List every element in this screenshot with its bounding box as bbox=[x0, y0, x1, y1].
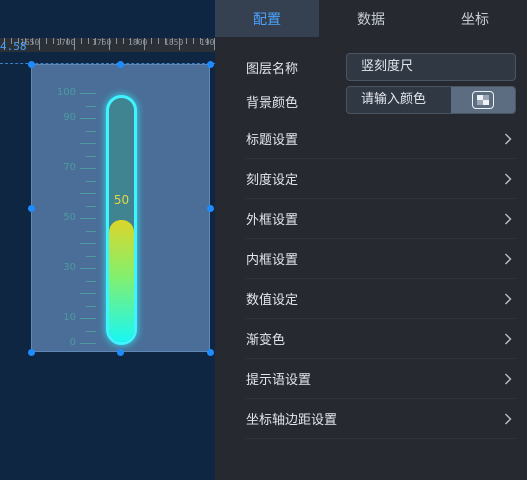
setting-row[interactable]: 内框设置 bbox=[246, 239, 516, 279]
scale-label: 90 bbox=[63, 112, 76, 123]
layer-name-label: 图层名称 bbox=[246, 62, 299, 77]
resize-handle[interactable] bbox=[28, 61, 35, 68]
scale-tick bbox=[80, 318, 96, 319]
ruler-tick bbox=[88, 38, 89, 44]
setting-row[interactable]: 外框设置 bbox=[246, 199, 516, 239]
scale-label: 0 bbox=[69, 337, 76, 348]
setting-row[interactable]: 标题设置 bbox=[246, 119, 516, 159]
resize-handle[interactable] bbox=[207, 349, 214, 356]
scale-tick bbox=[80, 193, 96, 194]
chevron-right-icon bbox=[500, 291, 516, 307]
ruler-tick-label: 1700 bbox=[56, 38, 76, 47]
resize-handle[interactable] bbox=[28, 205, 35, 212]
resize-handle[interactable] bbox=[207, 61, 214, 68]
scale-tick bbox=[80, 118, 96, 119]
ruler-tick-label: 1900 bbox=[200, 38, 215, 47]
chevron-right-icon bbox=[500, 371, 516, 387]
ruler-tick bbox=[151, 38, 152, 44]
thermometer-tube bbox=[106, 95, 137, 345]
resize-handle[interactable] bbox=[117, 349, 124, 356]
chevron-right-icon bbox=[500, 171, 516, 187]
setting-row[interactable]: 渐变色 bbox=[246, 319, 516, 359]
setting-row[interactable]: 坐标轴边距设置 bbox=[246, 399, 516, 439]
scale-tick bbox=[80, 343, 96, 344]
resize-handle[interactable] bbox=[117, 61, 124, 68]
ruler-tick bbox=[193, 38, 194, 44]
scale-tick bbox=[86, 280, 96, 282]
resize-handle[interactable] bbox=[28, 349, 35, 356]
scale-label: 50 bbox=[63, 212, 76, 223]
layer-name-input[interactable]: 竖刻度尺 bbox=[346, 53, 516, 81]
chevron-right-icon bbox=[500, 131, 516, 147]
scale-tick bbox=[86, 255, 96, 257]
scale-tick bbox=[86, 305, 96, 307]
scale-tick bbox=[86, 330, 96, 332]
scale-tick bbox=[86, 230, 96, 232]
scale-tick bbox=[80, 143, 96, 144]
panel-tabs: 配置 数据 坐标 bbox=[215, 0, 527, 37]
tab-config[interactable]: 配置 bbox=[215, 0, 319, 37]
scale-tick bbox=[80, 243, 96, 244]
scale-tick bbox=[80, 293, 96, 294]
scale-label: 30 bbox=[63, 262, 76, 273]
setting-label: 数值设定 bbox=[246, 293, 299, 308]
scale-tick bbox=[86, 180, 96, 182]
bg-color-row: 背景颜色 bbox=[246, 92, 346, 111]
ruler-tick bbox=[186, 38, 187, 44]
chevron-right-icon bbox=[500, 211, 516, 227]
setting-row[interactable]: 提示语设置 bbox=[246, 359, 516, 399]
scale-tick bbox=[86, 205, 96, 207]
scale-label: 10 bbox=[63, 312, 76, 323]
bg-color-label: 背景颜色 bbox=[246, 96, 299, 111]
ruler-tick-label: 1850 bbox=[164, 38, 184, 47]
properties-panel: 配置 数据 坐标 图层名称 竖刻度尺 背景颜色 请输入颜色 标题设置刻度设定外框… bbox=[215, 0, 527, 480]
ruler-readout: 4.58 bbox=[0, 40, 27, 53]
color-picker-button[interactable] bbox=[451, 87, 515, 113]
scale-tick bbox=[86, 155, 96, 157]
ruler-tick-label: 1800 bbox=[128, 38, 148, 47]
chevron-right-icon bbox=[500, 331, 516, 347]
bg-color-field: 请输入颜色 bbox=[346, 86, 516, 114]
setting-label: 内框设置 bbox=[246, 253, 299, 268]
thermometer-value: 50 bbox=[113, 193, 130, 207]
scale-tick bbox=[86, 130, 96, 132]
ruler-tick bbox=[158, 38, 159, 44]
setting-label: 标题设置 bbox=[246, 133, 299, 148]
ruler-tick bbox=[123, 38, 124, 44]
tab-data[interactable]: 数据 bbox=[319, 0, 423, 37]
tab-coordinates[interactable]: 坐标 bbox=[423, 0, 527, 37]
setting-label: 刻度设定 bbox=[246, 173, 299, 188]
thermometer-fill bbox=[109, 220, 134, 342]
scale-tick bbox=[86, 105, 96, 107]
ruler-tick-label: 1750 bbox=[92, 38, 112, 47]
layer-name-row: 图层名称 bbox=[246, 58, 346, 77]
scale-tick bbox=[80, 218, 96, 219]
design-canvas[interactable]: 165017001750180018501900 4.58 1009070503… bbox=[0, 0, 215, 480]
setting-label: 外框设置 bbox=[246, 213, 299, 228]
ruler-tick bbox=[53, 38, 54, 44]
setting-label: 渐变色 bbox=[246, 333, 286, 348]
setting-label: 提示语设置 bbox=[246, 373, 312, 388]
scale-label: 70 bbox=[63, 162, 76, 173]
setting-row[interactable]: 刻度设定 bbox=[246, 159, 516, 199]
ruler-tick bbox=[81, 38, 82, 44]
chevron-right-icon bbox=[500, 411, 516, 427]
ruler-tick bbox=[46, 38, 47, 44]
chevron-right-icon bbox=[500, 251, 516, 267]
ruler-tick bbox=[116, 38, 117, 44]
scale-tick bbox=[80, 168, 96, 169]
scale-tick bbox=[80, 268, 96, 269]
bg-color-input[interactable]: 请输入颜色 bbox=[347, 87, 451, 113]
scale-label: 100 bbox=[56, 87, 76, 98]
setting-row[interactable]: 数值设定 bbox=[246, 279, 516, 319]
color-swatch-icon bbox=[472, 91, 494, 109]
setting-label: 坐标轴边距设置 bbox=[246, 413, 338, 428]
resize-handle[interactable] bbox=[207, 205, 214, 212]
scale-tick bbox=[80, 93, 96, 94]
